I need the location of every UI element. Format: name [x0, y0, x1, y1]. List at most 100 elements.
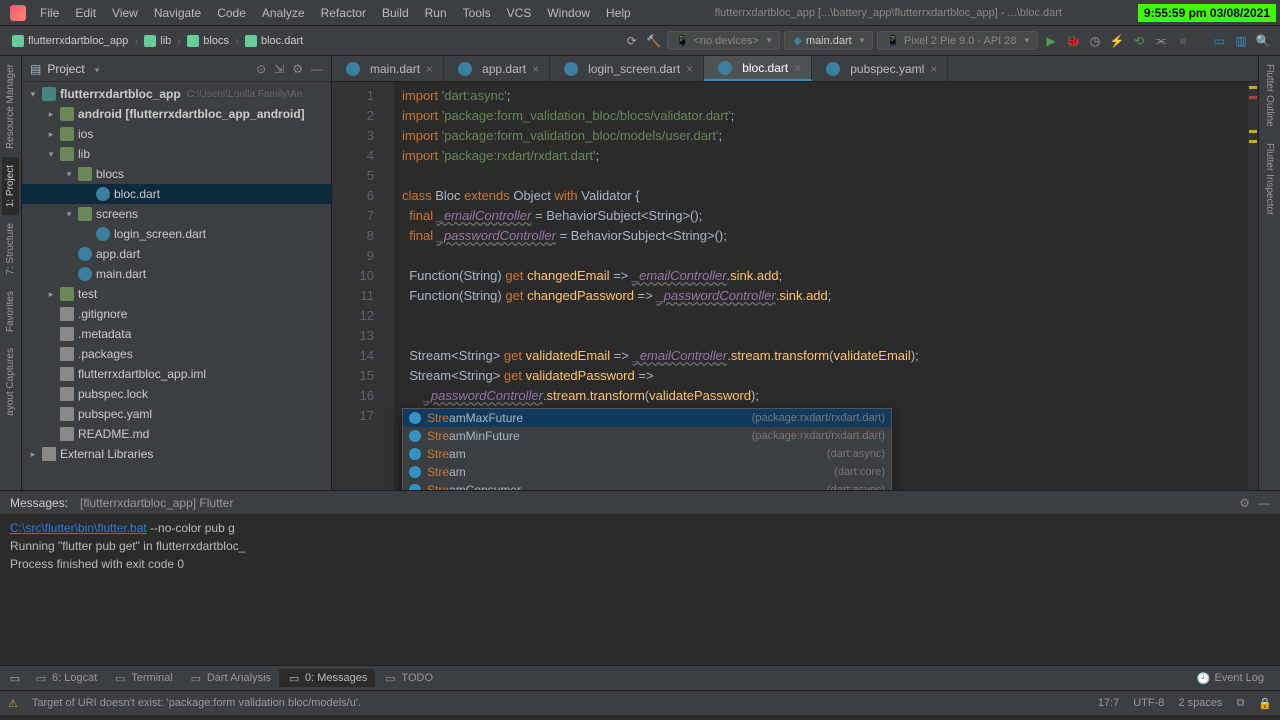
code-line[interactable]: import 'package:form_validation_bloc/mod… — [394, 126, 1248, 146]
code-line[interactable]: Stream<String> get validatedPassword => — [394, 366, 1248, 386]
gear-icon[interactable]: ⚙ — [292, 62, 303, 76]
autocomplete-item[interactable]: StreamMinFuture(package:rxdart/rxdart.da… — [403, 427, 891, 445]
breadcrumb-seg[interactable]: flutterrxdartbloc_app — [8, 33, 132, 49]
left-tab[interactable]: ayout Captures — [2, 340, 19, 424]
menu-code[interactable]: Code — [209, 3, 254, 23]
message-link[interactable]: C:\src\flutter\bin\flutter.bat — [10, 521, 147, 535]
tree-row[interactable]: flutterrxdartbloc_app.iml — [22, 364, 331, 384]
autocomplete-item[interactable]: Stream(dart:async) — [403, 445, 891, 463]
hot-restart-icon[interactable]: ⟲ — [1130, 32, 1148, 50]
bottom-tool-tab[interactable]: ▭6: Logcat — [26, 669, 105, 687]
run-config-selector[interactable]: ◆ main.dart — [784, 31, 873, 50]
left-tab[interactable]: Favorites — [2, 283, 19, 340]
tree-row[interactable]: .packages — [22, 344, 331, 364]
menu-file[interactable]: File — [32, 3, 67, 23]
menu-view[interactable]: View — [104, 3, 146, 23]
editor-tab[interactable]: bloc.dart× — [704, 56, 812, 81]
tree-row[interactable]: pubspec.yaml — [22, 404, 331, 424]
breadcrumb-seg[interactable]: lib — [140, 33, 175, 49]
caret-position[interactable]: 17:7 — [1098, 697, 1119, 709]
avd-icon[interactable]: ▭ — [1210, 32, 1228, 50]
menu-window[interactable]: Window — [539, 3, 598, 23]
error-stripe[interactable] — [1248, 82, 1258, 490]
locate-icon[interactable]: ⊙ — [256, 62, 266, 76]
warning-icon[interactable]: ⚠ — [8, 697, 18, 710]
autocomplete-popup[interactable]: StreamMaxFuture(package:rxdart/rxdart.da… — [402, 408, 892, 490]
bottom-tool-tab[interactable]: ▭Dart Analysis — [181, 669, 279, 687]
sync-icon[interactable]: ⟳ — [623, 32, 641, 50]
expand-icon[interactable]: ⇲ — [274, 62, 284, 76]
messages-body[interactable]: C:\src\flutter\bin\flutter.bat --no-colo… — [0, 515, 1280, 665]
autocomplete-item[interactable]: Stream(dart:core) — [403, 463, 891, 481]
tree-row[interactable]: .metadata — [22, 324, 331, 344]
attach-icon[interactable]: ⫘ — [1152, 32, 1170, 50]
menu-edit[interactable]: Edit — [67, 3, 104, 23]
bottom-tool-tab[interactable]: ▭Terminal — [105, 669, 181, 687]
close-icon[interactable]: × — [426, 62, 433, 76]
tree-row[interactable]: app.dart — [22, 244, 331, 264]
code-line[interactable] — [394, 326, 1248, 346]
autocomplete-item[interactable]: StreamConsumer(dart:async) — [403, 481, 891, 490]
emulator-selector[interactable]: 📱 Pixel 2 Pie 9.0 - API 28 — [877, 31, 1038, 50]
menu-refactor[interactable]: Refactor — [313, 3, 374, 23]
code-line[interactable]: Stream<String> get validatedEmail => _em… — [394, 346, 1248, 366]
tree-row[interactable]: ▾screens — [22, 204, 331, 224]
tree-row[interactable]: ▸android [flutterrxdartbloc_app_android] — [22, 104, 331, 124]
tree-row[interactable]: login_screen.dart — [22, 224, 331, 244]
breadcrumb-seg[interactable]: blocs — [183, 33, 233, 49]
device-selector[interactable]: 📱 <no devices> — [667, 31, 781, 50]
autocomplete-item[interactable]: StreamMaxFuture(package:rxdart/rxdart.da… — [403, 409, 891, 427]
close-icon[interactable]: × — [930, 62, 937, 76]
tree-row[interactable]: ▸ios — [22, 124, 331, 144]
tree-row[interactable]: ▾lib — [22, 144, 331, 164]
code-line[interactable]: final _emailController = BehaviorSubject… — [394, 206, 1248, 226]
code-line[interactable]: Function(String) get changedEmail => _em… — [394, 266, 1248, 286]
stop-icon[interactable]: ■ — [1174, 32, 1192, 50]
menu-tools[interactable]: Tools — [455, 3, 499, 23]
bottom-tool-tab[interactable]: ▭TODO — [375, 669, 441, 687]
left-tab[interactable]: 7: Structure — [2, 215, 19, 283]
left-tab[interactable]: 1: Project — [2, 157, 19, 215]
menu-help[interactable]: Help — [598, 3, 639, 23]
project-tree[interactable]: ▾flutterrxdartbloc_appC:\Users\Lorilla F… — [22, 82, 331, 490]
code-line[interactable]: import 'dart:async'; — [394, 86, 1248, 106]
close-icon[interactable]: × — [532, 62, 539, 76]
code-line[interactable]: class Bloc extends Object with Validator… — [394, 186, 1248, 206]
lock-icon[interactable]: 🔒 — [1258, 697, 1272, 710]
tool-window-icon[interactable]: ▭ — [8, 671, 22, 685]
minimize-icon[interactable]: — — [311, 62, 323, 76]
right-tab[interactable]: Flutter Outline — [1261, 56, 1278, 135]
hot-reload-icon[interactable]: ⚡ — [1108, 32, 1126, 50]
code-area[interactable]: import 'dart:async'; import 'package:form… — [394, 82, 1248, 490]
close-icon[interactable]: × — [794, 61, 801, 75]
project-view-selector[interactable] — [91, 62, 100, 76]
tree-row[interactable]: README.md — [22, 424, 331, 444]
close-icon[interactable]: × — [686, 62, 693, 76]
tree-row[interactable]: ▸External Libraries — [22, 444, 331, 464]
tree-row[interactable]: ▾blocs — [22, 164, 331, 184]
code-line[interactable] — [394, 306, 1248, 326]
breadcrumb-seg[interactable]: bloc.dart — [241, 33, 307, 49]
debug-icon[interactable]: 🐞 — [1064, 32, 1082, 50]
hammer-icon[interactable]: 🔨 — [645, 32, 663, 50]
tree-row[interactable]: pubspec.lock — [22, 384, 331, 404]
editor-body[interactable]: 1234567891011121314151617 import 'dart:a… — [332, 82, 1258, 490]
context-icon[interactable]: ⧉ — [1236, 697, 1244, 710]
menu-navigate[interactable]: Navigate — [146, 3, 209, 23]
tree-row[interactable]: main.dart — [22, 264, 331, 284]
menu-run[interactable]: Run — [417, 3, 455, 23]
code-line[interactable]: Function(String) get changedPassword => … — [394, 286, 1248, 306]
tree-row[interactable]: .gitignore — [22, 304, 331, 324]
right-tab[interactable]: Flutter Inspector — [1261, 135, 1278, 223]
indent-info[interactable]: 2 spaces — [1178, 697, 1222, 709]
search-icon[interactable]: 🔍 — [1254, 32, 1272, 50]
editor-tab[interactable]: app.dart× — [444, 56, 550, 81]
run-icon[interactable]: ▶ — [1042, 32, 1060, 50]
editor-tab[interactable]: pubspec.yaml× — [812, 56, 948, 81]
editor-tab[interactable]: login_screen.dart× — [550, 56, 704, 81]
menu-build[interactable]: Build — [374, 3, 417, 23]
encoding[interactable]: UTF-8 — [1133, 697, 1164, 709]
code-line[interactable]: final _passwordController = BehaviorSubj… — [394, 226, 1248, 246]
tree-row[interactable]: bloc.dart — [22, 184, 331, 204]
code-line[interactable]: _passwordController.stream.transform(val… — [394, 386, 1248, 406]
